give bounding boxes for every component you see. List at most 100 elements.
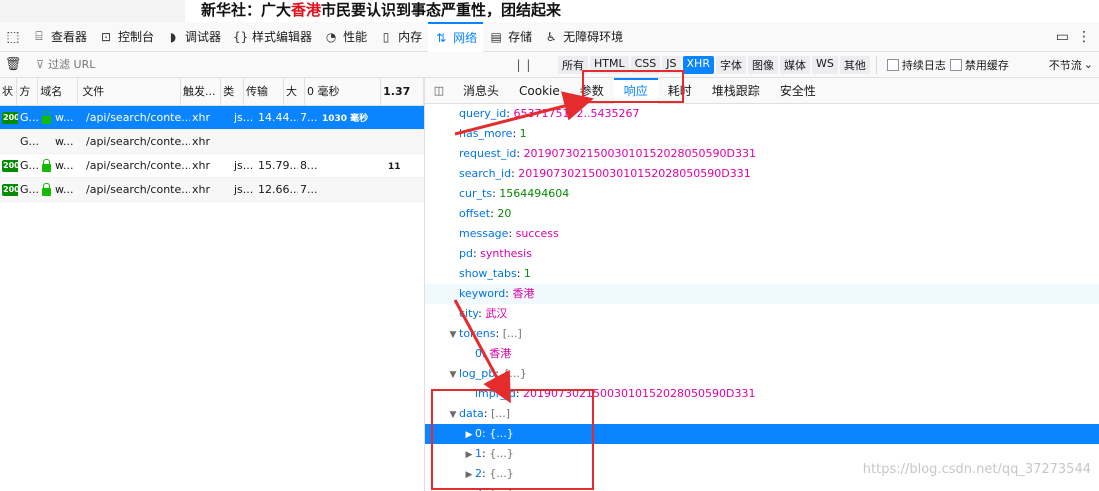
type-filter-9[interactable]: 其他 [839,55,870,74]
json-row[interactable]: ▼ data: [...] [425,404,1099,424]
twisty-open-icon[interactable]: ▼ [447,365,459,385]
page-headline[interactable]: 新华社：广大香港市民要认识到事态严重性，团结起来 [185,0,745,22]
twisty-open-icon[interactable]: ▼ [447,325,459,345]
column-header[interactable]: 方 [17,77,39,106]
json-row[interactable]: city: 武汉 [425,304,1099,324]
json-row[interactable]: ▶ 0: {...} [425,424,1099,444]
type-filter-7[interactable]: 媒体 [779,55,810,74]
tab-inspector[interactable]: ⌸ 查看器 [26,22,93,52]
cause-cell: xhr [192,182,211,196]
json-value: {...} [489,427,514,440]
json-colon: : [516,267,524,280]
json-colon: : [506,107,514,120]
more-icon[interactable]: ⋮ [1077,29,1091,45]
twisty-closed-icon[interactable]: ▶ [463,445,475,465]
tab-performance[interactable]: ◔ 性能 [318,22,373,52]
dock-icon[interactable]: ▭ [1056,29,1069,45]
type-filter-3[interactable]: JS [662,55,681,74]
column-header[interactable]: 0 毫秒 [305,77,382,106]
column-header[interactable]: 域名 [38,77,79,106]
json-row[interactable]: pd: synthesis [425,244,1099,264]
twisty-closed-icon[interactable]: ▶ [463,425,475,445]
json-row[interactable]: request_id: 2019073021500301015202805059… [425,144,1099,164]
table-row[interactable]: 200 G... w... /api/search/conte... xhr js... 1… [0,178,424,202]
domain-cell: w... [40,178,82,202]
json-colon: : [495,327,503,340]
table-row[interactable]: G... w... /api/search/conte... xhr [0,130,424,154]
table-row[interactable]: 200 G... w... /api/search/conte... xhr js... 1… [0,154,424,178]
type-filter-6[interactable]: 图像 [747,55,778,74]
type-filter-1[interactable]: HTML [590,55,629,74]
devtools-toolbar: ⬚ ⌸ 查看器 ⊡ 控制台 ◗ 调试器{} 样式编辑器 ◔ 性能 ▯ 内存 ⇅ 网络 ▤ 存储 ♿ 无障碍环境 … [0,21,1099,52]
pause-button[interactable]: | | [506,58,542,72]
tab-console[interactable]: ⊡ 控制台 [93,22,160,52]
transferred-cell: 12.66... [258,182,298,196]
json-row[interactable]: ▼ log_pb: {...} [425,364,1099,384]
json-key: message [459,227,509,240]
details-tab[interactable]: 安全性 [770,78,826,104]
json-row[interactable]: query_id: 6537175172..5435267 [425,104,1099,124]
tab-label: 控制台 [118,30,155,44]
json-row[interactable]: ▶ 1: {...} [425,444,1099,464]
tab-style-editor[interactable]: {} 样式编辑器 [227,22,318,52]
column-header[interactable]: 传输 [244,77,285,106]
twisty-closed-icon[interactable]: ▶ [463,485,475,491]
type-filter-8[interactable]: WS [811,55,838,74]
json-row[interactable]: show_tabs: 1 [425,264,1099,284]
json-row[interactable]: search_id: 20190730215003010152028050590… [425,164,1099,184]
json-key: keyword [459,287,506,300]
page-left-gutter [0,0,185,22]
status-cell: 200 [0,154,18,178]
devtools-tabs: ⌸ 查看器 ⊡ 控制台 ◗ 调试器 {} 样式编辑器 ◔ 性能 ▯ 内存 ⇅ 网络 ▤ 存储 ♿ 无障碍环境 [26,21,629,52]
toggle-sidebar-icon[interactable]: ◫ [425,84,453,97]
throttling-select[interactable]: 不节流 ⌄ [1049,57,1099,73]
json-key: 2 [475,467,482,480]
json-row[interactable]: has_more: 1 [425,124,1099,144]
details-tab[interactable]: 响应 [613,77,658,104]
type-filter-4[interactable]: XHR [682,55,714,74]
tab-label: 查看器 [51,30,88,44]
status-badge: 200 [2,111,18,124]
twisty-closed-icon[interactable]: ▶ [463,465,475,485]
element-picker-icon[interactable]: ⬚ [0,22,26,52]
column-header[interactable]: 大 [284,77,306,106]
size-cell: 7... [300,182,318,196]
details-tab[interactable]: 耗时 [658,78,702,104]
tab-storage[interactable]: ▤ 存储 [483,22,538,52]
json-row[interactable]: cur_ts: 1564494604 [425,184,1099,204]
column-header[interactable]: 文件 [78,77,182,106]
waterfall-cell: 116 [320,154,400,178]
tab-network[interactable]: ⇅ 网络 [428,21,484,52]
persist-logs-checkbox[interactable]: 持续日志 [886,57,946,73]
details-tab[interactable]: Cookie [509,78,570,104]
json-row[interactable]: 0: 香港 [425,344,1099,364]
filter-url-input[interactable] [48,58,489,71]
json-row[interactable]: ▶3: {...} [425,484,1099,491]
table-row[interactable]: 200 G... w... /api/search/conte... xhr js... 1… [0,106,424,130]
details-tab[interactable]: 参数 [570,78,614,104]
type-cell: js... [234,182,254,196]
json-key: 0 [475,427,482,440]
column-header[interactable]: 触发... [181,77,222,106]
type-filter-0[interactable]: 所有 [558,55,588,74]
json-key: 1 [475,447,482,460]
column-header[interactable]: 1.37 [381,77,424,106]
type-filter-5[interactable]: 字体 [715,55,746,74]
json-row[interactable]: offset: 20 [425,204,1099,224]
twisty-open-icon[interactable]: ▼ [447,405,459,425]
json-row[interactable]: message: success [425,224,1099,244]
type-filter-2[interactable]: CSS [630,55,661,74]
json-row[interactable]: ▼ tokens: [...] [425,324,1099,344]
column-header[interactable]: 类 [221,77,244,106]
details-tab[interactable]: 堆栈跟踪 [702,78,770,104]
tab-accessibility[interactable]: ♿ 无障碍环境 [538,22,629,52]
json-row[interactable]: keyword: 香港 [425,284,1099,304]
trash-icon[interactable]: 🗑 [0,57,26,72]
tab-debugger[interactable]: ◗ 调试器 [160,22,227,52]
json-row[interactable]: impr_id: 20190730215003010152028050590D3… [425,384,1099,404]
tab-memory[interactable]: ▯ 内存 [373,22,428,52]
disable-cache-checkbox[interactable]: 禁用缓存 [949,57,1009,73]
timing-label: 116 [388,161,400,172]
details-tab[interactable]: 消息头 [453,78,509,104]
column-header[interactable]: 状 [0,77,18,106]
